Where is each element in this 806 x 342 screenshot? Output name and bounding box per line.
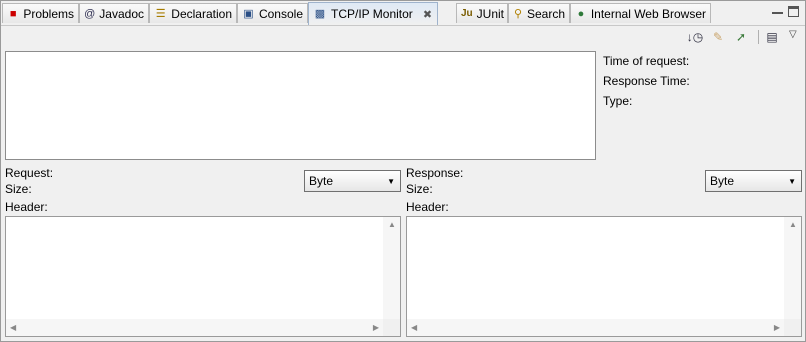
request-vertical-scrollbar[interactable]: ▲	[383, 217, 400, 320]
tab-label: TCP/IP Monitor	[331, 7, 413, 21]
declaration-icon: ☰	[155, 7, 166, 20]
time-of-request-label: Time of request:	[603, 54, 690, 68]
properties-icon[interactable]: ▤	[763, 29, 781, 45]
response-label: Response:	[406, 166, 464, 180]
response-size-label: Size:	[406, 182, 433, 196]
view-menu-icon[interactable]: ▽	[789, 29, 797, 40]
tab-internal-web-browser[interactable]: ● Internal Web Browser	[570, 3, 711, 23]
problems-icon: ■	[9, 7, 17, 20]
tab-junit[interactable]: Ju JUnit	[456, 3, 508, 23]
scroll-corner	[383, 319, 400, 336]
junit-icon: Ju	[461, 7, 473, 19]
tab-label: Console	[258, 6, 303, 21]
javadoc-icon: @	[84, 7, 96, 20]
response-horizontal-scrollbar[interactable]: ◀ ▶	[407, 319, 784, 336]
tab-label: Internal Web Browser	[590, 6, 706, 21]
response-vertical-scrollbar[interactable]: ▲	[784, 217, 801, 320]
minimize-icon[interactable]	[772, 6, 783, 14]
tcpip-monitor-view: ■ Problems @ Javadoc ☰ Declaration ▣ Con…	[0, 0, 806, 342]
request-label: Request:	[5, 166, 54, 180]
clear-icon[interactable]: ✎	[709, 29, 727, 45]
scroll-left-icon[interactable]: ◀	[411, 323, 417, 332]
tab-label: Javadoc	[99, 6, 144, 21]
tab-label: JUnit	[476, 6, 505, 21]
view-tab-bar: ■ Problems @ Javadoc ☰ Declaration ▣ Con…	[1, 1, 805, 26]
type-label: Type:	[603, 94, 633, 108]
scroll-up-icon[interactable]: ▲	[789, 220, 797, 229]
monitor-icon: ▩	[314, 8, 326, 20]
request-list[interactable]	[5, 51, 596, 160]
maximize-icon[interactable]	[788, 6, 799, 17]
toolbar-separator	[758, 30, 759, 44]
scroll-right-icon[interactable]: ▶	[373, 323, 379, 332]
tab-label: Search	[526, 6, 565, 21]
response-body-pane[interactable]: ▲ ◀ ▶	[406, 216, 802, 337]
response-encoding-value: Byte	[710, 174, 735, 188]
start-monitor-icon[interactable]: ➚	[732, 29, 750, 45]
scroll-right-icon[interactable]: ▶	[774, 323, 780, 332]
tab-javadoc[interactable]: @ Javadoc	[79, 3, 149, 23]
close-icon[interactable]: ✖	[423, 8, 432, 21]
tab-label: Declaration	[171, 6, 232, 21]
console-icon: ▣	[243, 7, 254, 20]
tab-console[interactable]: ▣ Console	[237, 3, 308, 23]
tab-tcpip-monitor[interactable]: ▩ TCP/IP Monitor ✖	[308, 2, 438, 25]
tab-search[interactable]: ⚲ Search	[508, 3, 570, 23]
tab-declaration[interactable]: ☰ Declaration	[149, 3, 237, 23]
request-horizontal-scrollbar[interactable]: ◀ ▶	[6, 319, 383, 336]
tab-label: Problems	[23, 6, 74, 21]
request-header-label: Header:	[5, 200, 48, 214]
request-encoding-value: Byte	[309, 174, 334, 188]
scroll-corner	[784, 319, 801, 336]
sort-by-time-icon[interactable]: ↓◷	[686, 29, 704, 45]
response-time-label: Response Time:	[603, 74, 690, 88]
request-size-label: Size:	[5, 182, 32, 196]
response-encoding-select[interactable]: Byte ▼	[705, 170, 802, 192]
chevron-down-icon: ▼	[387, 177, 395, 186]
request-body-pane[interactable]: ▲ ◀ ▶	[5, 216, 401, 337]
response-header-label: Header:	[406, 200, 449, 214]
scroll-up-icon[interactable]: ▲	[388, 220, 396, 229]
search-icon: ⚲	[513, 7, 523, 20]
chevron-down-icon: ▼	[788, 177, 796, 186]
view-toolbar: ↓◷ ✎ ➚ ▤ ▽	[1, 26, 805, 48]
request-encoding-select[interactable]: Byte ▼	[304, 170, 401, 192]
globe-icon: ●	[577, 7, 585, 20]
tab-problems[interactable]: ■ Problems	[2, 3, 79, 23]
scroll-left-icon[interactable]: ◀	[10, 323, 16, 332]
